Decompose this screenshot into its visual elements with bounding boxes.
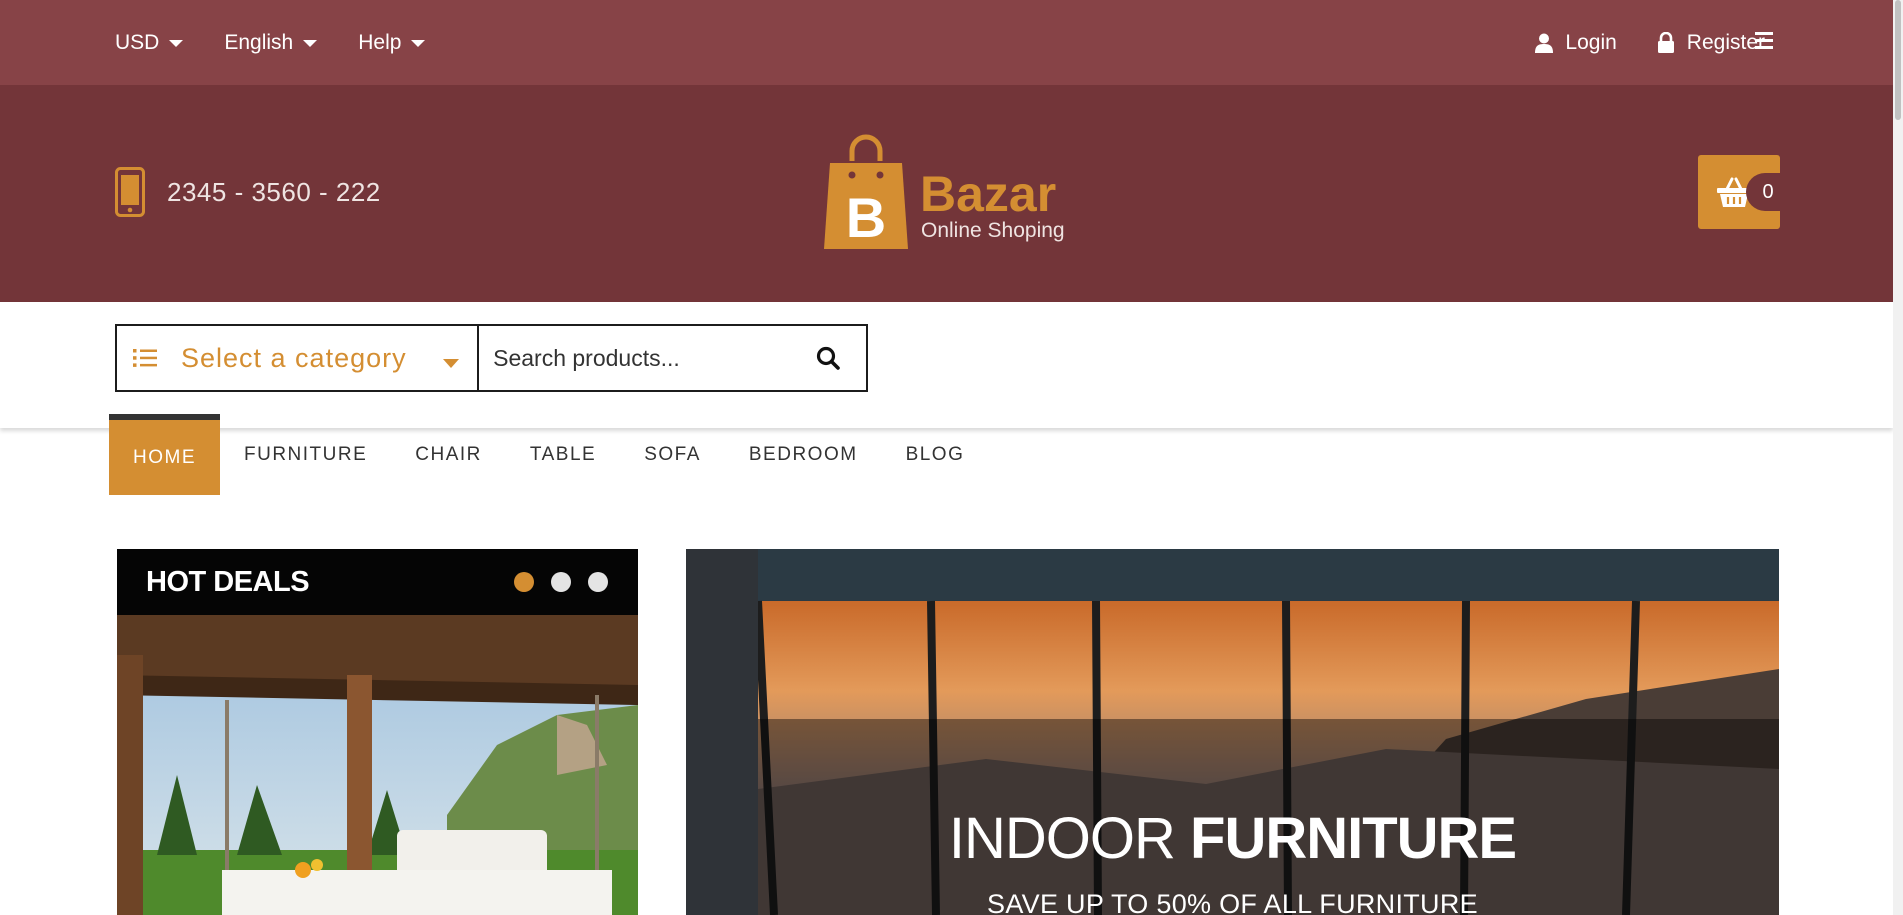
top-bar-left: USD English Help xyxy=(115,0,426,85)
lock-icon xyxy=(1657,32,1674,53)
login-label: Login xyxy=(1565,30,1617,54)
caret-down-icon xyxy=(411,40,426,47)
slider-dot-1[interactable] xyxy=(514,572,534,592)
nav-item-furniture[interactable]: FURNITURE xyxy=(220,414,391,495)
top-bar: USD English Help Login Register xyxy=(0,0,1893,85)
hot-deals-title: HOT DEALS xyxy=(146,565,310,598)
main-nav: HOME FURNITURE CHAIR TABLE SOFA BEDROOM … xyxy=(109,414,988,495)
search-row: Select a category xyxy=(0,302,1893,428)
top-bar-right: Login Register xyxy=(1535,0,1765,85)
bazar-logo[interactable]: B Bazar Online Shoping xyxy=(822,133,1072,251)
phone-contact: 2345 - 3560 - 222 xyxy=(115,167,381,217)
page: USD English Help Login Register 2345 - 3… xyxy=(0,0,1903,915)
help-dropdown[interactable]: Help xyxy=(358,30,426,55)
category-select-label: Select a category xyxy=(181,342,407,373)
language-label: English xyxy=(224,30,294,54)
page-scrollbar[interactable] xyxy=(1893,0,1903,915)
slider-dot-3[interactable] xyxy=(588,572,608,592)
category-select[interactable]: Select a category xyxy=(117,326,480,390)
nav-item-table[interactable]: TABLE xyxy=(506,414,620,495)
hero-subtitle: SAVE UP TO 50% OF ALL FURNITURE xyxy=(987,889,1478,915)
nav-item-blog[interactable]: BLOG xyxy=(882,414,989,495)
nav-item-sofa[interactable]: SOFA xyxy=(620,414,725,495)
hot-deals-header: HOT DEALS xyxy=(117,549,638,615)
hero-title-light: INDOOR xyxy=(948,806,1191,871)
caret-down-icon xyxy=(443,359,460,368)
currency-dropdown[interactable]: USD xyxy=(115,30,184,55)
slider-dots xyxy=(514,572,608,592)
search-form: Select a category xyxy=(115,324,868,392)
login-link[interactable]: Login xyxy=(1535,30,1617,55)
nav-item-chair[interactable]: CHAIR xyxy=(391,414,506,495)
hot-deals-panel: HOT DEALS xyxy=(117,549,638,915)
language-dropdown[interactable]: English xyxy=(224,30,318,55)
hero-title-bold: FURNITURE xyxy=(1190,806,1517,871)
currency-label: USD xyxy=(115,30,160,54)
phone-number: 2345 - 3560 - 222 xyxy=(167,176,381,207)
caret-down-icon xyxy=(303,40,318,47)
search-button[interactable] xyxy=(789,326,866,390)
search-input[interactable] xyxy=(479,326,790,390)
logo-name: Bazar xyxy=(920,166,1056,222)
caret-down-icon xyxy=(169,40,184,47)
phone-icon xyxy=(115,167,145,217)
help-label: Help xyxy=(358,30,402,54)
hero-banner[interactable]: INDOOR FURNITURE SAVE UP TO 50% OF ALL F… xyxy=(686,549,1779,915)
hero-title: INDOOR FURNITURE xyxy=(686,805,1779,872)
register-link[interactable]: Register xyxy=(1657,31,1765,55)
user-icon xyxy=(1535,33,1554,53)
search-icon xyxy=(816,346,840,370)
cart-button[interactable]: 0 xyxy=(1698,155,1784,229)
logo-tagline: Online Shoping xyxy=(921,219,1065,242)
logo-letter: B xyxy=(846,186,886,249)
header: 2345 - 3560 - 222 B Bazar Online Shoping… xyxy=(0,85,1893,302)
cart-count-badge: 0 xyxy=(1746,173,1784,211)
nav-item-bedroom[interactable]: BEDROOM xyxy=(725,414,882,495)
register-label: Register xyxy=(1686,30,1765,54)
hamburger-icon[interactable] xyxy=(1755,32,1773,50)
slider-dot-2[interactable] xyxy=(551,572,571,592)
nav-item-home[interactable]: HOME xyxy=(109,414,220,495)
list-icon xyxy=(133,349,157,367)
hot-deal-product-image[interactable] xyxy=(117,615,638,915)
scrollbar-thumb[interactable] xyxy=(1895,0,1901,120)
